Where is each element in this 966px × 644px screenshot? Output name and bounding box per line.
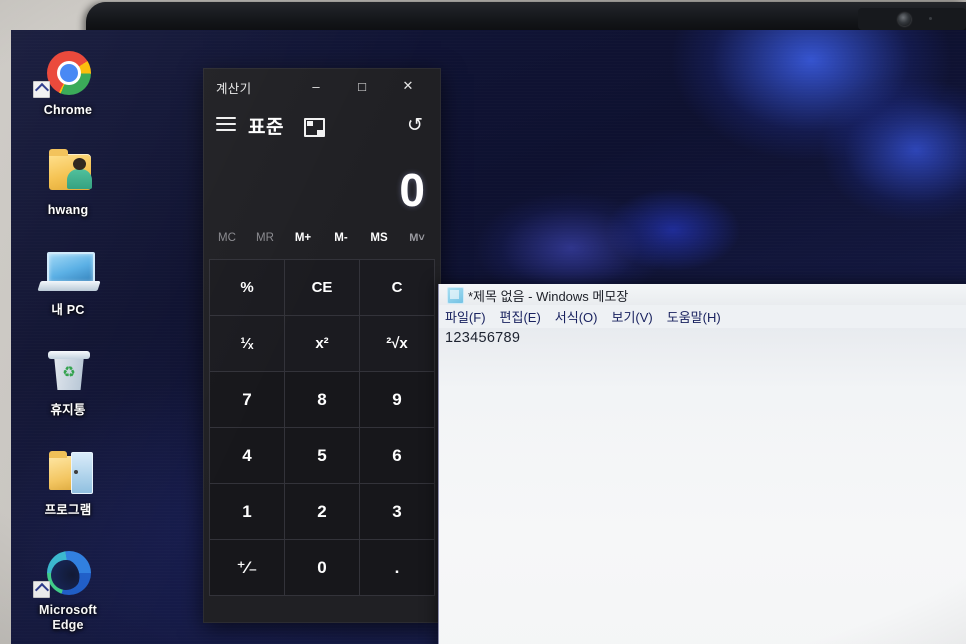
- calculator-title-bar: 계산기 – □ ✕: [204, 69, 440, 105]
- webcam-notch: [858, 8, 966, 30]
- key-6[interactable]: 6: [360, 428, 434, 483]
- desktop-icon-this-pc[interactable]: 내 PC: [25, 248, 111, 317]
- this-pc-icon: [25, 248, 111, 300]
- calculator-keypad: % CE C ¹⁄ₓ x² ²√x 7 8 9 4 5 6 1 2 3 ⁺⁄₋ …: [209, 259, 435, 596]
- key-percent[interactable]: %: [210, 260, 284, 315]
- calculator-display: 0: [204, 149, 440, 221]
- recycle-bin-icon: ♻: [25, 348, 111, 400]
- calculator-nav-bar: 표준 ↺: [204, 105, 440, 149]
- calculator-memory-row: MC MR M+ M- MS M˅: [204, 221, 440, 255]
- notepad-menu-bar: 파일(F) 편집(E) 서식(O) 보기(V) 도움말(H): [439, 305, 966, 328]
- key-2[interactable]: 2: [285, 484, 359, 539]
- calculator-result-value: 0: [399, 164, 425, 216]
- memory-button-ms[interactable]: MS: [360, 232, 398, 244]
- desktop-icon-label: 휴지통: [50, 403, 86, 417]
- laptop-bezel-top: [86, 2, 966, 32]
- menu-item-view[interactable]: 보기(V): [611, 307, 652, 326]
- notepad-window[interactable]: *제목 없음 - Windows 메모장 파일(F) 편집(E) 서식(O) 보…: [438, 284, 966, 644]
- key-3[interactable]: 3: [360, 484, 434, 539]
- key-c[interactable]: C: [360, 260, 434, 315]
- key-0[interactable]: 0: [285, 540, 359, 595]
- menu-item-file[interactable]: 파일(F): [445, 307, 486, 326]
- calculator-window[interactable]: 계산기 – □ ✕ 표준 ↺ 0 MC MR M+ M- MS M˅ % CE …: [203, 68, 441, 623]
- key-5[interactable]: 5: [285, 428, 359, 483]
- shortcut-arrow-icon: [33, 581, 50, 598]
- key-square[interactable]: x²: [285, 316, 359, 371]
- memory-button-m-minus[interactable]: M-: [322, 232, 360, 244]
- calculator-title: 계산기: [216, 82, 252, 96]
- desktop-icon-chrome[interactable]: Chrome: [25, 48, 111, 117]
- maximize-button[interactable]: □: [342, 69, 382, 103]
- key-7[interactable]: 7: [210, 372, 284, 427]
- chrome-icon: [25, 48, 111, 100]
- notepad-icon: [447, 287, 464, 304]
- webcam-indicator-dot: [929, 17, 932, 20]
- laptop-screen: Chrome hwang 내 PC ♻ 휴지통 프로그램 Microsoft E…: [11, 30, 966, 644]
- photo-scene: Chrome hwang 내 PC ♻ 휴지통 프로그램 Microsoft E…: [0, 0, 966, 644]
- desktop-icon-label: Chrome: [43, 103, 93, 117]
- edge-icon: [25, 548, 111, 600]
- webcam-icon: [898, 13, 911, 26]
- memory-button-mc[interactable]: MC: [208, 232, 246, 244]
- user-folder-icon: [25, 148, 111, 200]
- desktop-icon-programs[interactable]: 프로그램: [25, 448, 111, 517]
- desktop-icon-label: hwang: [47, 203, 89, 217]
- desktop-icon-label: 내 PC: [51, 303, 85, 317]
- menu-item-edit[interactable]: 편집(E): [500, 307, 541, 326]
- desktop-icon-hwang[interactable]: hwang: [25, 148, 111, 217]
- key-plus-minus[interactable]: ⁺⁄₋: [210, 540, 284, 595]
- notepad-text-area[interactable]: 123456789: [439, 328, 966, 644]
- open-folder-icon: [25, 448, 111, 500]
- desktop-icon-edge[interactable]: Microsoft Edge: [25, 548, 111, 633]
- menu-item-format[interactable]: 서식(O): [555, 307, 598, 326]
- key-decimal[interactable]: .: [360, 540, 434, 595]
- desktop-icon-recycle-bin[interactable]: ♻ 휴지통: [25, 348, 111, 417]
- notepad-title-bar: *제목 없음 - Windows 메모장: [439, 284, 966, 305]
- desktop-icon-label: 프로그램: [44, 503, 92, 517]
- key-4[interactable]: 4: [210, 428, 284, 483]
- key-ce[interactable]: CE: [285, 260, 359, 315]
- close-button[interactable]: ✕: [388, 69, 428, 103]
- history-icon[interactable]: ↺: [404, 115, 426, 137]
- hamburger-icon[interactable]: [216, 117, 236, 132]
- notepad-title: *제목 없음 - Windows 메모장: [468, 289, 629, 304]
- calculator-mode-label: 표준: [248, 117, 284, 138]
- notepad-content: 123456789: [445, 330, 521, 346]
- minimize-button[interactable]: –: [296, 69, 336, 103]
- keep-on-top-icon[interactable]: [304, 118, 325, 137]
- key-9[interactable]: 9: [360, 372, 434, 427]
- key-8[interactable]: 8: [285, 372, 359, 427]
- key-1[interactable]: 1: [210, 484, 284, 539]
- shortcut-arrow-icon: [33, 81, 50, 98]
- key-reciprocal[interactable]: ¹⁄ₓ: [210, 316, 284, 371]
- menu-item-help[interactable]: 도움말(H): [667, 307, 721, 326]
- memory-button-m-plus[interactable]: M+: [284, 232, 322, 244]
- memory-button-mr[interactable]: MR: [246, 232, 284, 244]
- key-sqrt[interactable]: ²√x: [360, 316, 434, 371]
- desktop-icon-label: Microsoft Edge: [38, 603, 98, 632]
- memory-dropdown-button[interactable]: M˅: [398, 232, 436, 244]
